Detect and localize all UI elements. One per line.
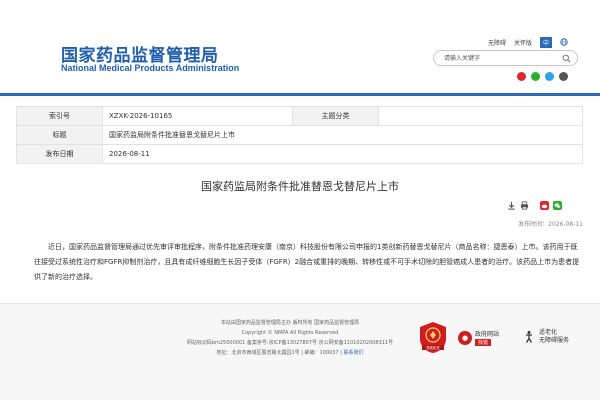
party-badge-label: 党政机关 — [426, 345, 440, 350]
index-label: 索引号 — [16, 106, 103, 126]
footer-registration: 网站标识码bm25000001 备案序号:京ICP备13027807号 京公网安… — [186, 340, 394, 346]
search-box — [433, 50, 578, 66]
site-header: 国家药品监督管理局 National Medical Products Admi… — [0, 0, 600, 92]
site-logo-subtitle: National Medical Products Administration — [61, 63, 240, 73]
access-badge-line1: 适老化 — [539, 329, 558, 336]
date-label: 发布日期 — [16, 144, 103, 164]
article-tools — [507, 201, 562, 210]
table-row: 标题 国家药监局附条件批准替恩戈替尼片上市 — [16, 125, 583, 145]
search-icon[interactable] — [562, 54, 571, 63]
publish-date: 发布时间：2026-08-11 — [518, 221, 583, 228]
wechat-share-icon[interactable] — [553, 201, 562, 210]
party-government-badge[interactable]: 党政机关 — [419, 321, 447, 354]
accessibility-icon — [525, 331, 533, 343]
footer-address: 地址：北京市西城区展览路北露园1号 | 邮编：100037 | — [216, 350, 342, 356]
search-input[interactable] — [444, 53, 562, 64]
header-divider — [0, 93, 600, 96]
index-value: XZXK-2026-10165 — [102, 106, 293, 126]
weibo-icon[interactable] — [517, 72, 526, 81]
table-row: 索引号 XZXK-2026-10165 主题分类 — [16, 106, 583, 126]
language-zh-button[interactable]: 中 — [539, 37, 552, 48]
topic-value — [378, 106, 583, 126]
article-body: 近日，国家药品监督管理局通过优先审评审批程序，附条件批准药理安康（南京）科技股份… — [34, 243, 580, 281]
topic-label: 主题分类 — [292, 106, 379, 126]
globe-icon[interactable] — [560, 37, 568, 48]
footer-text: 本站由国家药品监督管理局主办 版权所有 国家药品监督管理局 Copyright … — [160, 318, 420, 358]
print-icon[interactable] — [520, 201, 529, 210]
gov-emblem-icon: ● — [458, 330, 472, 345]
accessibility-link[interactable]: 无障碍 — [488, 38, 506, 47]
gov-badge-title: 政府网站 — [475, 331, 500, 338]
wechat-icon[interactable] — [531, 72, 540, 81]
access-badge-line2: 无障碍服务 — [539, 337, 570, 344]
top-links: 无障碍 关怀版 中 — [488, 37, 568, 48]
weibo-share-icon[interactable] — [540, 201, 549, 210]
footer-sponsor: 本站由国家药品监督管理局主办 版权所有 国家药品监督管理局 — [220, 320, 360, 326]
miniprogram-icon[interactable] — [545, 72, 554, 81]
app-icon[interactable] — [559, 72, 568, 81]
footer-address-line: 地址：北京市西城区展览路北露园1号 | 邮编：100037 | 联系我们 — [160, 348, 420, 358]
download-icon[interactable] — [507, 201, 516, 210]
date-value: 2026-08-11 — [102, 144, 583, 164]
site-footer: 本站由国家药品监督管理局主办 版权所有 国家药品监督管理局 Copyright … — [0, 304, 600, 400]
title-value: 国家药监局附条件批准替恩戈替尼片上市 — [102, 125, 583, 145]
article-title: 国家药监局附条件批准替恩戈替尼片上市 — [201, 180, 399, 193]
gov-website-error-badge[interactable]: ● 政府网站 找错 — [458, 329, 499, 346]
title-label: 标题 — [16, 125, 103, 145]
social-icons — [517, 72, 568, 81]
accessibility-service-badge[interactable]: 适老化 无障碍服务 — [522, 329, 569, 345]
footer-copyright: Copyright © NMPA All Rights Reserved — [241, 330, 339, 336]
contact-us-link[interactable]: 联系我们 — [344, 350, 364, 356]
gov-badge-error: 找错 — [475, 339, 492, 346]
care-mode-link[interactable]: 关怀版 — [514, 38, 532, 47]
table-row: 发布日期 2026-08-11 — [16, 144, 583, 164]
info-table: 索引号 XZXK-2026-10165 主题分类 标题 国家药监局附条件批准替恩… — [16, 106, 583, 164]
